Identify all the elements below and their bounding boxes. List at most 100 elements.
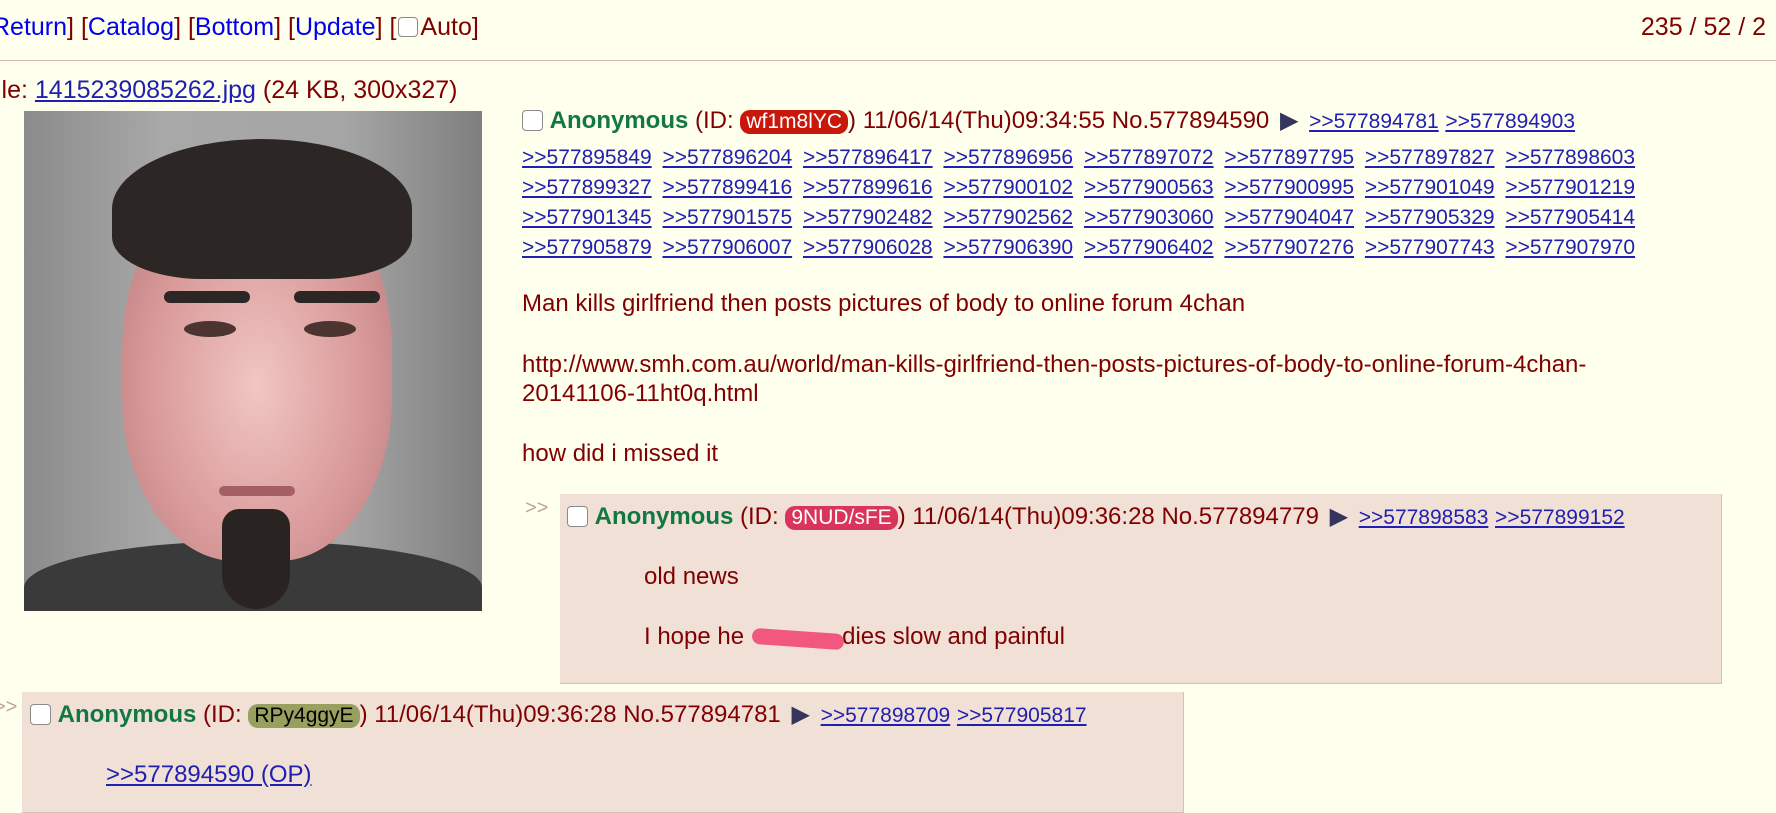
image-mouth <box>219 486 295 496</box>
reply-select-checkbox[interactable] <box>30 704 51 725</box>
backlink[interactable]: >>577901575 <box>662 206 792 229</box>
backlink[interactable]: >>577904047 <box>1224 206 1354 229</box>
op-backlinks: >>577895849 >>577896204 >>577896417 >>57… <box>522 143 1682 263</box>
file-meta: (24 KB, 300x327) <box>262 76 458 104</box>
backlink[interactable]: >>577899616 <box>803 176 933 199</box>
post-menu-arrow-icon[interactable]: ▶ <box>791 700 809 729</box>
reply-poster-name: Anonymous <box>594 503 734 530</box>
backlink[interactable]: >>577906028 <box>803 236 933 259</box>
image-eye-right <box>304 321 356 337</box>
backlink[interactable]: >>577894903 <box>1445 110 1575 133</box>
op-id-prefix: (ID: <box>695 107 741 134</box>
backlink[interactable]: >>577896417 <box>803 146 933 169</box>
image-brow-left <box>164 291 250 303</box>
reply-id-prefix: (ID: <box>740 503 786 530</box>
backlink[interactable]: >>577903060 <box>1084 206 1214 229</box>
op-headline: Man kills girlfriend then posts pictures… <box>522 290 1246 317</box>
reply-datetime: ) 11/06/14(Thu)09:36:28 <box>359 701 617 728</box>
op-quote-link[interactable]: >>577894590 (OP) <box>106 761 312 789</box>
backlink[interactable]: >>577901219 <box>1505 176 1635 199</box>
backlink[interactable]: >>577898583 <box>1359 506 1489 529</box>
bracket: ] [ <box>375 13 397 41</box>
op-url-line2: 20141106-11ht0q.html <box>522 380 759 407</box>
backlink[interactable]: >>577898603 <box>1505 146 1635 169</box>
backlink[interactable]: >>577895849 <box>522 146 652 169</box>
backlink[interactable]: >>577905879 <box>522 236 652 259</box>
reply-id-badge[interactable]: 9NUD/sFE <box>785 506 898 530</box>
backlink[interactable]: >>577907276 <box>1224 236 1354 259</box>
backlink[interactable]: >>577901049 <box>1365 176 1495 199</box>
reply-id-prefix: (ID: <box>203 701 249 728</box>
update-link[interactable]: Update <box>295 13 376 41</box>
op-poster-name: Anonymous <box>549 107 689 134</box>
backlink[interactable]: >>577899416 <box>662 176 792 199</box>
backlink[interactable]: >>577899327 <box>522 176 652 199</box>
reply-select-checkbox[interactable] <box>567 506 588 527</box>
post-menu-arrow-icon[interactable]: ▶ <box>1280 106 1298 135</box>
op-url[interactable]: http://www.smh.com.au/world/man-kills-gi… <box>522 350 1586 408</box>
op-datetime: ) 11/06/14(Thu)09:34:55 <box>848 107 1106 134</box>
backlink[interactable]: >>577901345 <box>522 206 652 229</box>
backlink[interactable]: >>577906007 <box>662 236 792 259</box>
reply-poster-name: Anonymous <box>57 701 197 728</box>
image-hair <box>112 139 412 279</box>
op-comment: how did i missed it <box>522 440 719 467</box>
file-link[interactable]: 1415239085262.jpg <box>35 76 256 104</box>
backlink[interactable]: >>577907970 <box>1505 236 1635 259</box>
op-select-checkbox[interactable] <box>522 110 543 131</box>
reply-text-line: old news <box>644 563 739 590</box>
backlink[interactable]: >>577897795 <box>1224 146 1354 169</box>
backlink[interactable]: >>577898709 <box>821 704 951 727</box>
auto-update-checkbox[interactable] <box>398 17 419 37</box>
reply-arrows: >> <box>525 497 549 519</box>
backlink[interactable]: >>577906402 <box>1084 236 1214 259</box>
op-post-number[interactable]: No.577894590 <box>1112 107 1269 134</box>
backlink[interactable]: >>577905414 <box>1505 206 1635 229</box>
image-brow-right <box>294 291 380 303</box>
backlink[interactable]: >>577896204 <box>662 146 792 169</box>
backlink[interactable]: >>577905817 <box>957 704 1087 727</box>
reply-id-badge[interactable]: RPy4ggyE <box>248 704 360 728</box>
op-id-badge[interactable]: wf1m8lYC <box>740 110 849 134</box>
top-navigation: Return] [Catalog] [Bottom] [Update] [Aut… <box>0 13 479 42</box>
bottom-link[interactable]: Bottom <box>195 13 274 41</box>
bracket: ] [ <box>174 13 195 41</box>
reply-text-part: I hope he <box>644 623 745 650</box>
image-goatee <box>222 509 290 609</box>
reply-arrows: >> <box>0 696 18 718</box>
bracket: ] <box>471 13 479 41</box>
backlink[interactable]: >>577907743 <box>1365 236 1495 259</box>
op-post-header: Anonymous (ID: wf1m8lYC) 11/06/14(Thu)09… <box>522 106 1575 135</box>
backlink[interactable]: >>577906390 <box>943 236 1073 259</box>
backlink[interactable]: >>577897072 <box>1084 146 1214 169</box>
post-menu-arrow-icon[interactable]: ▶ <box>1330 502 1348 531</box>
catalog-link[interactable]: Catalog <box>88 13 174 41</box>
op-url-line1: http://www.smh.com.au/world/man-kills-gi… <box>522 351 1587 378</box>
thread-stats: 235 / 52 / 2 <box>1640 13 1766 41</box>
file-info: ile: 1415239085262.jpg (24 KB, 300x327) <box>0 76 458 105</box>
backlink[interactable]: >>577897827 <box>1365 146 1495 169</box>
op-thumbnail-image[interactable] <box>24 111 482 611</box>
reply-post-number[interactable]: No.577894779 <box>1161 503 1318 530</box>
backlink[interactable]: >>577894781 <box>1309 110 1439 133</box>
reply-text-line: I hope he dies slow and painful <box>644 623 1065 651</box>
reply-header: Anonymous (ID: 9NUD/sFE) 11/06/14(Thu)09… <box>567 502 1625 531</box>
reply-datetime: ) 11/06/14(Thu)09:36:28 <box>897 503 1155 530</box>
backlink[interactable]: >>577900563 <box>1084 176 1214 199</box>
backlink[interactable]: >>577900102 <box>943 176 1073 199</box>
reply-text-part: dies slow and painful <box>842 623 1065 650</box>
backlink[interactable]: >>577896956 <box>943 146 1073 169</box>
reply-post-number[interactable]: No.577894781 <box>623 701 780 728</box>
backlink[interactable]: >>577902562 <box>943 206 1073 229</box>
return-link[interactable]: Return <box>0 13 67 41</box>
file-prefix: ile: <box>0 76 28 104</box>
bracket: ] [ <box>67 13 88 41</box>
reply-header: Anonymous (ID: RPy4ggyE) 11/06/14(Thu)09… <box>30 700 1087 729</box>
divider <box>0 60 1776 61</box>
backlink[interactable]: >>577899152 <box>1495 506 1625 529</box>
image-eye-left <box>184 321 236 337</box>
backlink[interactable]: >>577905329 <box>1365 206 1495 229</box>
backlink[interactable]: >>577900995 <box>1224 176 1354 199</box>
auto-label: Auto <box>420 13 472 41</box>
backlink[interactable]: >>577902482 <box>803 206 933 229</box>
